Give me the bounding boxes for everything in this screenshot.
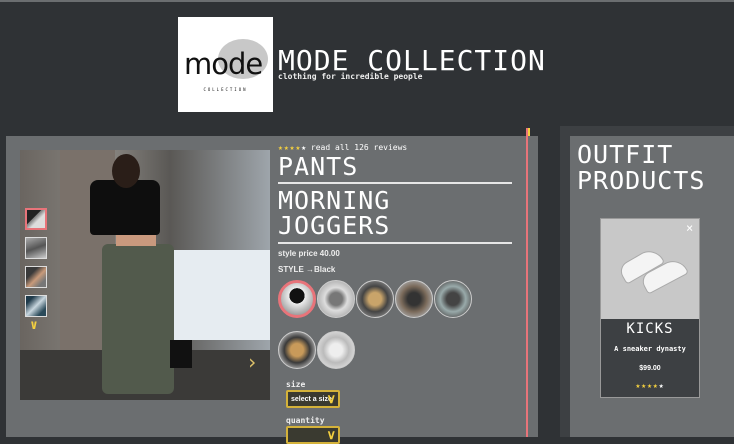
chevron-down-icon: ∨ xyxy=(326,391,336,406)
reviews-link[interactable]: read all 126 reviews xyxy=(311,143,407,152)
size-select[interactable]: select a size ∨ xyxy=(286,390,340,408)
close-icon[interactable]: × xyxy=(686,221,693,235)
product-main-image[interactable]: › xyxy=(20,150,270,400)
chevron-down-icon: ∨ xyxy=(326,427,336,442)
product-category: PANTS xyxy=(278,152,359,181)
outfit-product-card[interactable]: × KICKS A sneaker dynasty $99.00 ★★★★★ xyxy=(600,218,700,398)
thumbnail-1[interactable] xyxy=(25,208,47,230)
photo-band xyxy=(170,340,192,368)
panel-accent-marker xyxy=(528,128,530,136)
brand-tagline: clothing for incredible people xyxy=(278,72,423,81)
style-swatch-3[interactable] xyxy=(356,280,394,318)
site-header: mode COLLECTION MODE COLLECTION clothing… xyxy=(0,2,734,126)
product-price: style price 40.00 xyxy=(278,249,340,258)
photo-head xyxy=(112,154,140,188)
rating-stars: ★★★★ xyxy=(278,143,302,152)
card-rating-stars: ★★★★ xyxy=(635,381,659,390)
card-rating-star-empty: ★ xyxy=(658,381,665,390)
logo-word: mode xyxy=(184,47,263,81)
thumbnail-3[interactable] xyxy=(25,266,47,288)
name-divider xyxy=(278,242,512,244)
card-product-description: A sneaker dynasty xyxy=(614,345,686,353)
style-swatch-6[interactable] xyxy=(278,331,316,369)
card-product-name: KICKS xyxy=(626,321,674,337)
style-swatch-7[interactable] xyxy=(317,331,355,369)
chevron-right-icon[interactable]: › xyxy=(246,350,258,374)
style-swatch-2[interactable] xyxy=(317,280,355,318)
product-name: MORNING JOGGERS xyxy=(278,186,391,240)
style-swatch-1[interactable] xyxy=(278,280,316,318)
quantity-label: quantity xyxy=(286,416,325,425)
style-swatch-4[interactable] xyxy=(395,280,433,318)
brand-logo[interactable]: mode COLLECTION xyxy=(178,17,273,112)
outfit-title: OUTFIT PRODUCTS xyxy=(577,140,706,195)
card-product-price: $99.00 xyxy=(639,365,661,372)
photo-pants xyxy=(102,244,174,394)
photo-sky xyxy=(170,250,270,340)
photo-top xyxy=(90,180,160,235)
photo-midriff xyxy=(116,234,156,246)
style-swatch-5[interactable] xyxy=(434,280,472,318)
card-rating: ★★★★★ xyxy=(601,381,699,390)
category-divider xyxy=(278,182,512,184)
panel-accent-bar xyxy=(526,128,528,437)
rating-row: ★★★★★ read all 126 reviews xyxy=(278,143,407,152)
rating-star-empty: ★ xyxy=(301,143,307,152)
logo-subtext: COLLECTION xyxy=(203,87,248,92)
chevron-down-icon[interactable]: ∨ xyxy=(30,318,38,333)
size-label: size xyxy=(286,380,306,389)
thumbnail-2[interactable] xyxy=(25,237,47,259)
quantity-select[interactable]: ∨ xyxy=(286,426,340,444)
card-product-image[interactable] xyxy=(601,219,699,319)
product-style: STYLE →Black xyxy=(278,265,336,274)
thumbnail-4[interactable] xyxy=(25,295,47,317)
